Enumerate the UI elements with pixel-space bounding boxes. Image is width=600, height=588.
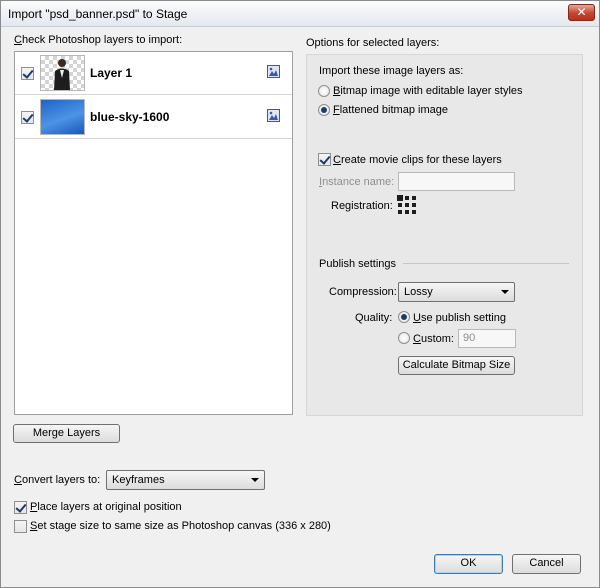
options-heading: Options for selected layers:	[306, 37, 440, 49]
custom-quality-input[interactable]: 90	[458, 329, 516, 348]
compression-label: Compression:	[329, 286, 397, 298]
registration-label: Registration:	[331, 200, 393, 212]
instance-name-input[interactable]	[398, 172, 515, 191]
window-title: Import "psd_banner.psd" to Stage	[8, 7, 188, 21]
stage-size-checkbox[interactable]	[14, 520, 27, 533]
instance-name-label: Instance name:	[319, 176, 395, 188]
stage-size-label[interactable]: Set stage size to same size as Photoshop…	[30, 520, 331, 532]
publish-settings-divider	[403, 263, 569, 264]
blue-sky-checkbox[interactable]	[21, 111, 34, 124]
person-silhouette-icon	[40, 55, 85, 91]
calculate-bitmap-size-button[interactable]: Calculate Bitmap Size	[398, 356, 515, 375]
close-button[interactable]: ✕	[568, 4, 595, 21]
layer-row[interactable]: Layer 1	[15, 52, 292, 95]
create-movie-clips-label[interactable]: Create movie clips for these layers	[333, 154, 502, 166]
close-icon: ✕	[576, 5, 587, 19]
bitmap-layer-icon	[267, 65, 280, 78]
compression-value: Lossy	[404, 286, 433, 298]
flattened-bitmap-radio[interactable]	[318, 104, 330, 116]
layer-name: blue-sky-1600	[90, 110, 170, 124]
layers-list-label: Check Photoshop layers to import:	[14, 34, 183, 46]
use-publish-setting-label[interactable]: Use publish setting	[413, 312, 506, 324]
merge-layers-button[interactable]: Merge Layers	[13, 424, 120, 443]
layer-row[interactable]: blue-sky-1600	[15, 96, 292, 139]
convert-layers-label: Convert layers to:	[14, 474, 101, 486]
place-original-label[interactable]: Place layers at original position	[30, 501, 182, 513]
convert-layers-select[interactable]: Keyframes	[106, 470, 265, 490]
place-original-checkbox[interactable]	[14, 501, 27, 514]
layer-name: Layer 1	[90, 66, 133, 80]
custom-quality-radio[interactable]	[398, 332, 410, 344]
registration-grid-icon[interactable]	[398, 196, 416, 214]
bitmap-editable-label[interactable]: Bitmap image with editable layer styles	[333, 85, 523, 97]
custom-quality-label[interactable]: Custom:	[413, 333, 454, 345]
title-bar[interactable]: Import "psd_banner.psd" to Stage ✕	[1, 1, 599, 27]
layers-list[interactable]: Layer 1 blue-sky-1600	[14, 51, 293, 415]
bitmap-layer-icon	[267, 109, 280, 122]
quality-label: Quality:	[355, 312, 393, 324]
import-as-label: Import these image layers as:	[319, 65, 464, 77]
chevron-down-icon	[251, 478, 259, 482]
layer-1-checkbox[interactable]	[21, 67, 34, 80]
blue-sky-image-icon	[40, 99, 85, 135]
convert-layers-value: Keyframes	[112, 474, 165, 486]
use-publish-setting-radio[interactable]	[398, 311, 410, 323]
bitmap-editable-radio[interactable]	[318, 85, 330, 97]
publish-settings-heading: Publish settings	[319, 258, 397, 270]
create-movie-clips-checkbox[interactable]	[318, 153, 331, 166]
import-dialog: Import "psd_banner.psd" to Stage ✕ Check…	[0, 0, 600, 588]
chevron-down-icon	[501, 290, 509, 294]
compression-select[interactable]: Lossy	[398, 282, 515, 302]
ok-button[interactable]: OK	[434, 554, 503, 574]
flattened-bitmap-label[interactable]: Flattened bitmap image	[333, 104, 448, 116]
cancel-button[interactable]: Cancel	[512, 554, 581, 574]
